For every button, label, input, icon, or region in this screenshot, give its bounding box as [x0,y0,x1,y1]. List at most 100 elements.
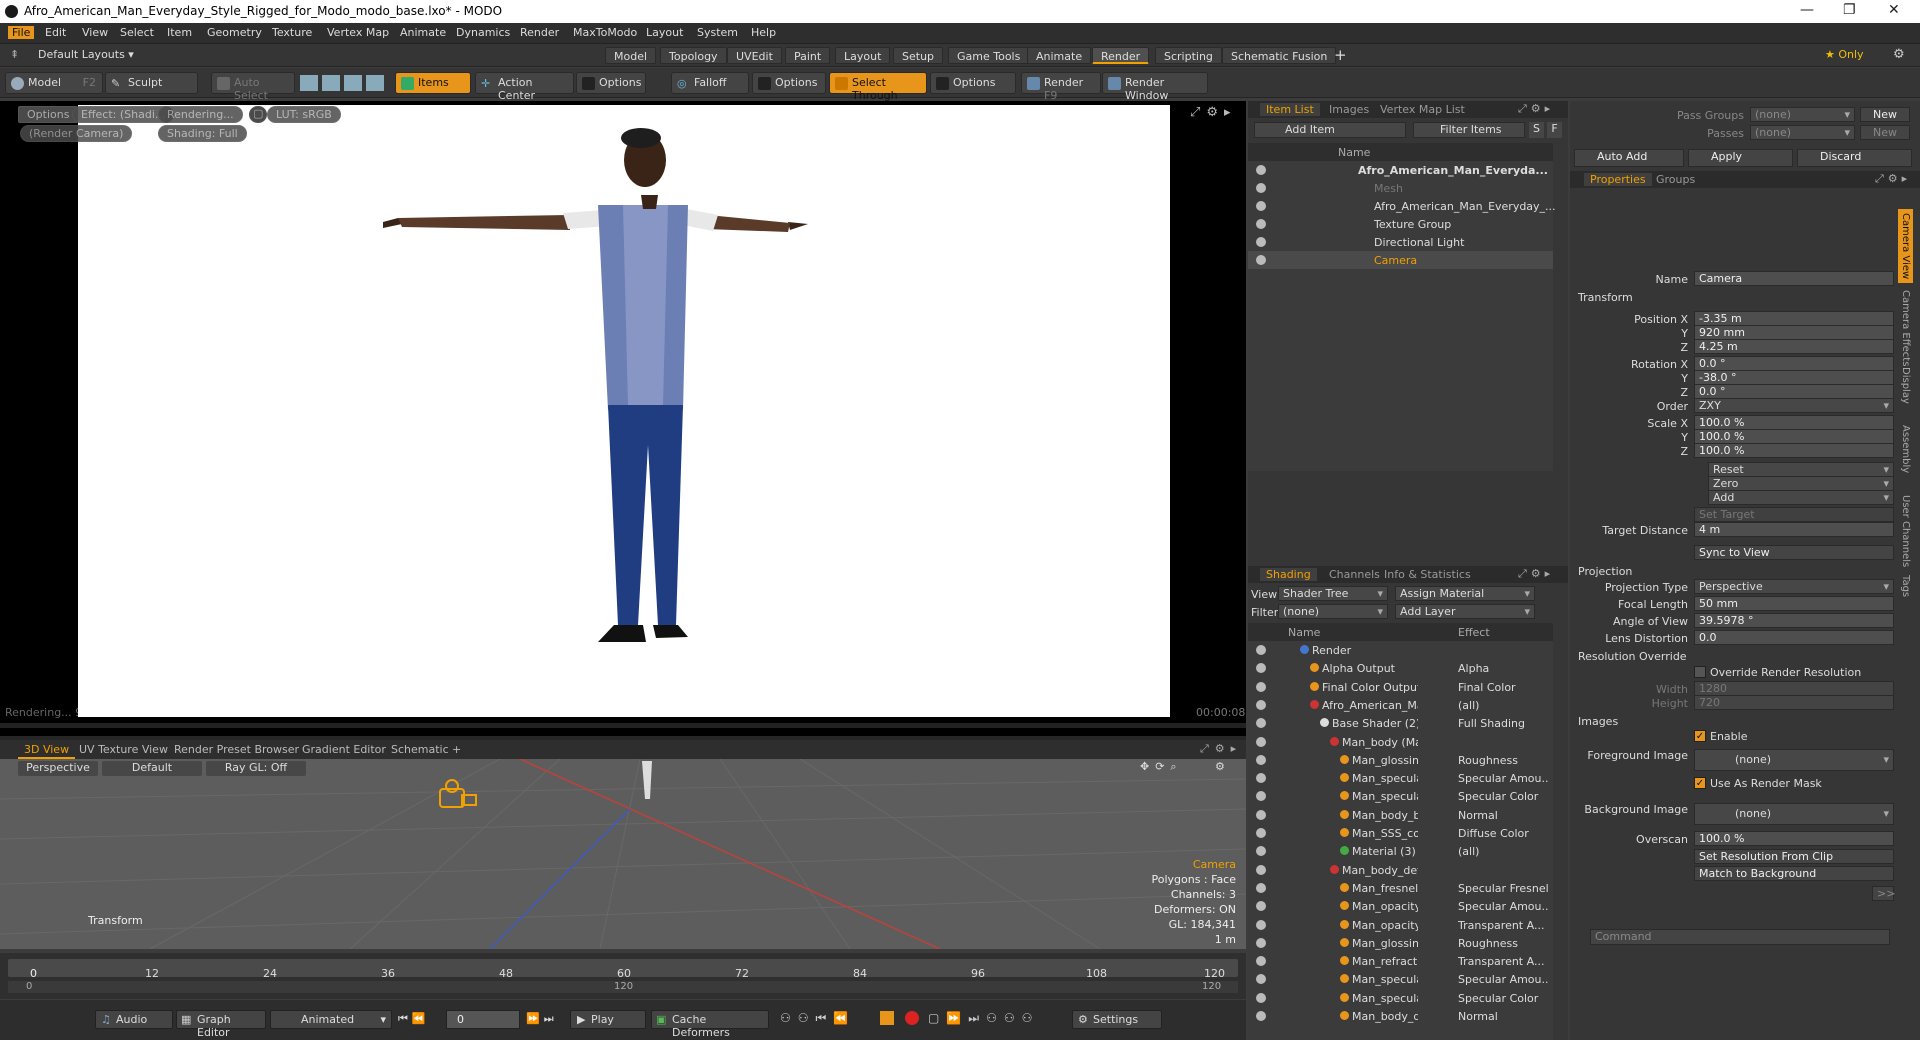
jump-end-buttons[interactable]: ⏩⏭ [526,1012,558,1026]
render-view-extra-icons[interactable]: ⤢⚙▸ [1190,105,1237,120]
position-z-field[interactable]: 4.25 m [1694,339,1894,354]
options-button-1[interactable]: Options [576,72,646,94]
shader-row[interactable]: Man_specular (Im... Specular Color [1248,989,1553,1007]
maximize-button[interactable]: ❐ [1843,2,1856,18]
perspective-dropdown[interactable]: Perspective [18,761,98,776]
order-dropdown[interactable]: ZXY [1694,398,1894,413]
item-row[interactable]: Mesh [1248,179,1553,197]
eye-icon[interactable] [1256,699,1266,710]
rotation-x-field[interactable]: 0.0 ° [1694,356,1894,371]
shader-row[interactable]: Man_SSS_color (I... Diffuse Color [1248,824,1553,842]
3d-settings-icon[interactable]: ⚙ [1215,760,1225,773]
layer-effect[interactable]: Specular Amou... [1458,973,1548,986]
add-view-tab-button[interactable]: + [446,742,467,757]
auto-select-button[interactable]: Auto Select [211,72,295,102]
tab-model[interactable]: Model [605,47,657,64]
menu-geometry[interactable]: Geometry [207,26,262,39]
position-y-field[interactable]: 920 mm [1694,325,1894,340]
tab-schematic-fusion[interactable]: Schematic Fusion [1222,47,1337,64]
match-to-background-button[interactable]: Match to Background [1694,866,1894,881]
menu-help[interactable]: Help [751,26,776,39]
scale-x-field[interactable]: 100.0 % [1694,415,1894,430]
shader-row[interactable]: Man_opacity (Ima... Transparent A... [1248,916,1553,934]
layer-effect[interactable]: Normal [1458,1010,1548,1023]
edge-mode-icon[interactable] [322,75,340,91]
transform-section[interactable]: Transform [1578,291,1633,304]
width-field[interactable]: 1280 [1694,681,1894,696]
tab-scripting[interactable]: Scripting [1155,47,1222,64]
set-resolution-from-clip-button[interactable]: Set Resolution From Clip [1694,849,1894,864]
render-button[interactable]: Render F9 [1021,72,1101,102]
material-mode-icon[interactable] [366,75,384,91]
layer-effect[interactable]: Specular Amou... [1458,900,1548,913]
eye-icon[interactable] [1256,237,1266,247]
menu-layout[interactable]: Layout [646,26,683,39]
menu-dynamics[interactable]: Dynamics [456,26,510,39]
eye-icon[interactable] [1256,956,1266,967]
tab-info-statistics[interactable]: Info & Statistics [1378,568,1477,581]
options-button-2[interactable]: Options [752,72,826,94]
side-tab[interactable]: User Channels [1898,491,1913,571]
tab-render[interactable]: Render [1092,47,1150,64]
shader-row[interactable]: Afro_American_Man_E ... (all) [1248,696,1553,714]
eye-icon[interactable] [1256,183,1266,193]
vertex-mode-icon[interactable] [300,75,318,91]
item-row[interactable]: Afro_American_Man_Everyda... [1248,161,1553,179]
shader-row[interactable]: Man_body_detail (... [1248,861,1553,879]
items-button[interactable]: Items [395,72,471,94]
shader-row[interactable]: Man_glossiness (I... Roughness [1248,934,1553,952]
falloff-button[interactable]: ◎ Falloff [671,72,749,94]
new-pass-group-button[interactable]: New [1860,107,1910,122]
shader-row[interactable]: Man_body_detail_... Normal [1248,1007,1553,1025]
action-center-button[interactable]: ✛ Action Center [475,72,574,102]
layer-effect[interactable]: Specular Color [1458,992,1548,1005]
3d-viewport[interactable]: Perspective Default Ray GL: Off ✥⟳⌕ ⚙ Tr… [0,759,1246,949]
shader-tree-dropdown[interactable]: Shader Tree [1278,586,1388,601]
tab-setup[interactable]: Setup [893,47,944,64]
enable-checkbox[interactable]: ✓ [1694,730,1706,742]
rotation-y-field[interactable]: -38.0 ° [1694,370,1894,385]
eye-icon[interactable] [1256,937,1266,948]
item-row[interactable]: Texture Group [1248,215,1553,233]
reset-dropdown[interactable]: Reset [1708,462,1894,477]
render-camera-dropdown[interactable]: (Render Camera) [20,125,133,142]
shading-dropdown[interactable]: Shading: Full [158,125,247,142]
lut-dropdown[interactable]: LUT: sRGB [267,106,341,123]
eye-icon[interactable] [1256,754,1266,765]
frame-field[interactable]: 0 [446,1010,520,1029]
name-field[interactable]: Camera [1694,271,1894,286]
side-tab[interactable]: Camera View [1898,209,1913,284]
shader-row[interactable]: Man_fresnel (Ima... Specular Fresnel [1248,879,1553,897]
render-options-button[interactable]: Options [18,106,79,123]
tab-schematic[interactable]: Schematic [385,742,455,757]
menu-edit[interactable]: Edit [45,26,66,39]
render-mask-checkbox[interactable]: ✓ [1694,777,1706,789]
eye-icon[interactable] [1256,718,1266,729]
tab-item-list[interactable]: Item List [1260,103,1320,116]
shader-row[interactable]: Man_specular (Im... Specular Amou... [1248,970,1553,988]
tab-shading[interactable]: Shading [1260,568,1317,581]
add-tab-button[interactable]: + [1334,46,1347,64]
layer-effect[interactable]: (all) [1458,699,1548,712]
more-button[interactable]: >> [1872,886,1895,901]
default-shading-dropdown[interactable]: Default [102,761,202,776]
shader-row[interactable]: Man_specular (Im... Specular Amou... [1248,769,1553,787]
item-row[interactable]: Afro_American_Man_Everyday_... [1248,197,1556,215]
tab-paint[interactable]: Paint [785,47,831,64]
side-tab[interactable]: Camera Effects [1898,286,1913,370]
focal-length-field[interactable]: 50 mm [1694,596,1894,611]
scale-y-field[interactable]: 100.0 % [1694,429,1894,444]
item-row-selected[interactable]: Camera [1248,251,1553,269]
override-resolution-checkbox[interactable] [1694,666,1706,678]
view3d-panel-icons[interactable]: ⤢⚙▸ [1200,742,1242,756]
tab-groups[interactable]: Groups [1650,173,1701,186]
target-distance-field[interactable]: 4 m [1694,522,1894,537]
audio-button[interactable]: ♫ Audio [95,1010,173,1029]
eye-icon[interactable] [1256,846,1266,857]
layer-effect[interactable]: Full Shading [1458,717,1548,730]
sculpt-button[interactable]: ✎ Sculpt [105,72,198,94]
shader-row[interactable]: Base Shader (2) Full Shading [1248,714,1553,732]
eye-icon[interactable] [1256,681,1266,692]
assign-material-dropdown[interactable]: Assign Material [1395,586,1535,601]
tab-uv-texture-view[interactable]: UV Texture View [73,742,174,757]
